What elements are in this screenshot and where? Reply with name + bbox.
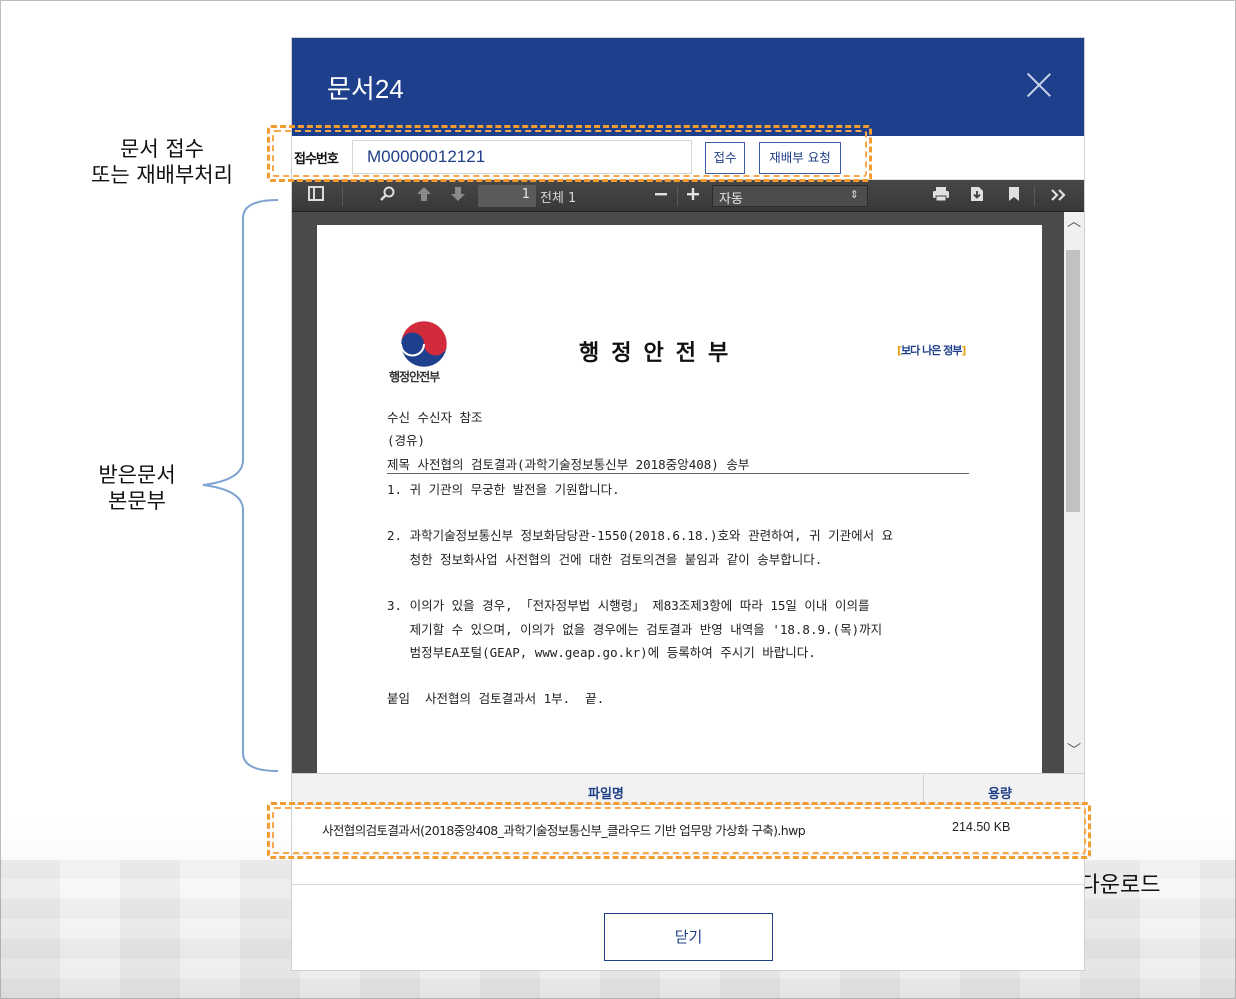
toolbar-divider — [1034, 186, 1035, 206]
close-button[interactable]: 닫기 — [604, 913, 773, 961]
annotation-receive: 문서 접수 또는 재배부처리 — [62, 136, 262, 188]
attachment-highlight-box — [267, 802, 1091, 859]
bookmark-icon[interactable] — [1008, 186, 1020, 202]
emblem-label: 행정안전부 — [389, 370, 440, 384]
toolbar-divider — [677, 186, 678, 206]
sidebar-toggle-icon[interactable] — [308, 186, 324, 201]
print-icon[interactable] — [932, 186, 950, 202]
attachment-table-header — [292, 773, 1084, 805]
doc-paragraph-3c: 범정부EA포털(GEAP, www.geap.go.kr)에 등록하여 주시기 … — [387, 645, 816, 660]
dialog-title: 문서24 — [327, 74, 404, 104]
doc-paragraph-3b: 제기할 수 있으며, 이의가 없을 경우에는 검토결과 반영 내역을 '18.8… — [387, 622, 883, 637]
column-header-filename: 파일명 — [588, 787, 624, 802]
page-number-input[interactable]: 1 — [478, 185, 536, 207]
doc-paragraph-1: 1. 귀 기관의 무궁한 발전을 기원합니다. — [387, 482, 620, 497]
doc-paragraph-2b: 청한 정보화사업 사전협의 건에 대한 검토의견을 붙임과 같이 송부합니다. — [387, 552, 823, 567]
pdf-scrollbar[interactable]: ︿ ﹀ — [1064, 212, 1084, 773]
ministry-title: 행정안전부 — [579, 341, 741, 366]
more-tools-icon[interactable] — [1050, 188, 1068, 202]
scroll-up-icon[interactable]: ︿ — [1066, 214, 1082, 230]
doc-via: (경유) — [387, 433, 426, 448]
previous-page-icon[interactable] — [416, 186, 432, 202]
column-header-size: 용량 — [988, 787, 1012, 802]
dialog-header — [292, 38, 1084, 136]
body-brace — [202, 199, 279, 772]
next-page-icon[interactable] — [450, 186, 466, 202]
doc-paragraph-2a: 2. 과학기술정보통신부 정보화담당관-1550(2018.6.18.)호와 관… — [387, 528, 894, 543]
select-arrows-icon: ⇕ — [849, 188, 859, 201]
close-icon[interactable] — [1025, 71, 1053, 99]
slogan-logo: [보다 나은 정부] — [897, 344, 966, 357]
subject-underline — [387, 473, 969, 474]
zoom-select[interactable]: 자동 ⇕ — [712, 185, 868, 207]
scrollbar-thumb[interactable] — [1066, 250, 1080, 512]
doc-subject: 제목 사전협의 검토결과(과학기술정보통신부 2018중앙408) 송부 — [387, 457, 750, 472]
page-total-label: 전체 1 — [540, 191, 577, 206]
scroll-down-icon[interactable]: ﹀ — [1066, 743, 1082, 759]
government-emblem-icon — [400, 320, 448, 368]
zoom-in-icon[interactable] — [686, 187, 700, 201]
column-divider — [923, 775, 924, 803]
slogan-text: 보다 나은 정부 — [901, 344, 962, 357]
document-page: 행정안전부 행정안전부 [보다 나은 정부] 수신 수신자 참조 (경유) 제목… — [317, 225, 1042, 773]
receipt-highlight-box — [267, 125, 872, 182]
search-icon[interactable] — [380, 186, 396, 202]
zoom-out-icon[interactable] — [654, 188, 668, 200]
annotation-receive-line1: 문서 접수 — [120, 137, 204, 161]
doc-attachment-note: 붙임 사전협의 검토결과서 1부. 끝. — [387, 691, 605, 706]
zoom-select-value: 자동 — [719, 192, 743, 207]
doc-recipient: 수신 수신자 참조 — [387, 410, 483, 425]
annotation-receive-line2: 또는 재배부처리 — [91, 163, 233, 187]
doc-paragraph-3a: 3. 이의가 있을 경우, 「전자정부법 시행령」 제83조제3항에 따라 15… — [387, 598, 870, 613]
footer-divider — [292, 884, 1084, 885]
download-icon[interactable] — [969, 186, 985, 202]
toolbar-divider — [342, 186, 343, 206]
